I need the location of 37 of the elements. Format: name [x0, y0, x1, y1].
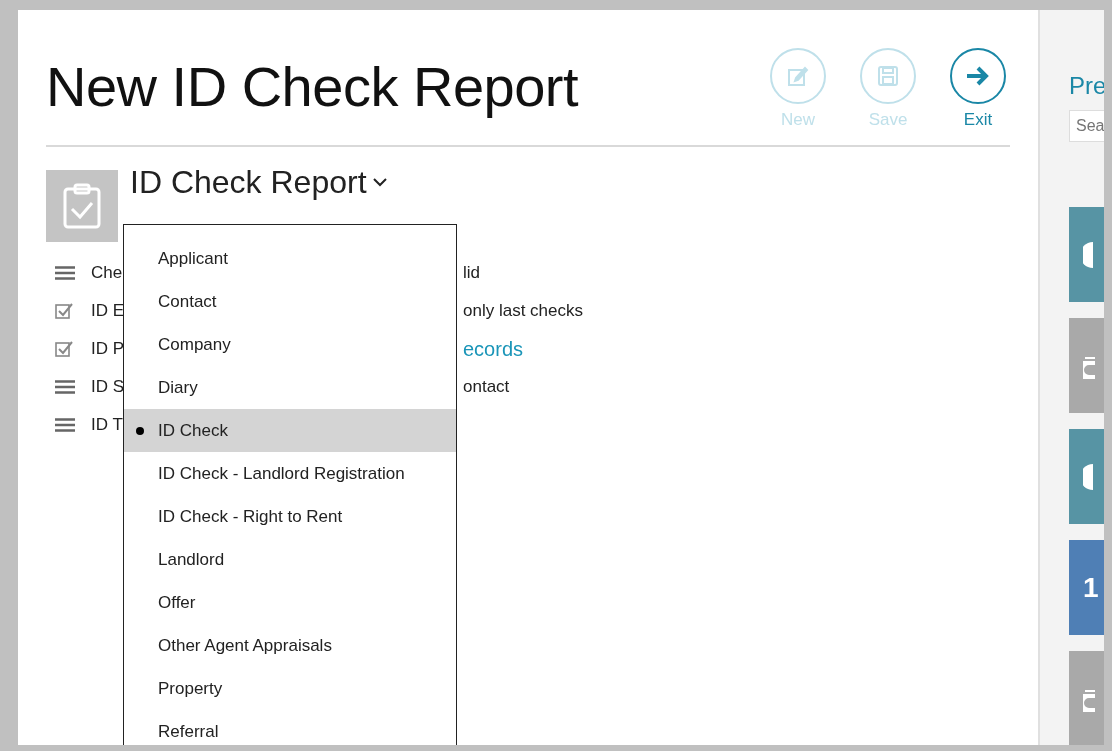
menu-item[interactable]: Other Agent Appraisals: [124, 624, 456, 667]
row-label: ID P: [91, 339, 125, 358]
edit-icon: [787, 65, 809, 87]
menu-item[interactable]: Contact: [124, 280, 456, 323]
menu-item[interactable]: ID Check - Landlord Registration: [124, 452, 456, 495]
tile-text: 1: [1083, 571, 1099, 604]
menu-item[interactable]: Applicant: [124, 237, 456, 280]
menu-item[interactable]: Landlord: [124, 538, 456, 581]
page-title: New ID Check Report: [46, 54, 578, 119]
menu-icon: [55, 380, 75, 394]
search-field[interactable]: Sea: [1069, 110, 1104, 142]
row-value: only last checks: [463, 301, 583, 321]
menu-item[interactable]: Property: [124, 667, 456, 710]
row-label: ID T: [91, 415, 123, 434]
menu-icon: [55, 418, 75, 432]
arrow-right-icon: [965, 65, 991, 87]
menu-icon: [55, 266, 75, 280]
tile[interactable]: 1: [1069, 540, 1104, 635]
row-link[interactable]: ecords: [463, 337, 524, 361]
save-icon: [877, 65, 899, 87]
row-label: ID S: [91, 377, 125, 396]
menu-item[interactable]: Referral: [124, 710, 456, 745]
menu-item[interactable]: Offer: [124, 581, 456, 624]
row-value: ontact: [463, 377, 510, 397]
menu-item[interactable]: ID Check: [124, 409, 456, 452]
clipboard-check-icon: [46, 170, 118, 242]
row-label: Che: [91, 263, 123, 282]
menu-item[interactable]: Company: [124, 323, 456, 366]
row-value: lid: [463, 263, 480, 283]
checkbox[interactable]: [55, 341, 73, 357]
bullet-icon: [136, 426, 144, 435]
report-type-dropdown[interactable]: ID Check Report: [130, 164, 387, 201]
menu-item[interactable]: Diary: [124, 366, 456, 409]
menu-item[interactable]: ID Check - Right to Rent: [124, 495, 456, 538]
row-label: ID E: [91, 301, 125, 320]
chevron-down-icon: [372, 178, 387, 187]
checkbox[interactable]: [55, 303, 73, 319]
